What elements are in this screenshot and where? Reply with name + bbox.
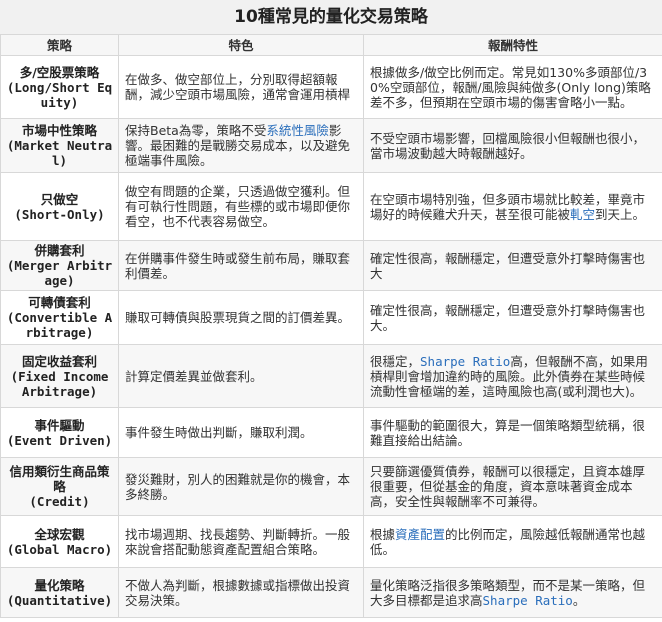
strategy-returns: 根據做多/做空比例而定。常見如130%多頭部位/30%空頭部位，報酬/風險與純做… [363, 55, 662, 119]
strategy-name: 固定收益套利 (Fixed Income Arbitrage) [0, 344, 119, 408]
strategy-name-en: (Short-Only) [14, 206, 105, 222]
sharpe-ratio-link[interactable]: Sharpe Ratio [483, 593, 573, 608]
strategy-name-zh: 可轉債套利 [28, 295, 91, 310]
strategy-table: 策略 特色 報酬特性 多/空股票策略 (Long/Short Equity) 在做… [0, 34, 662, 618]
header-returns: 報酬特性 [363, 34, 662, 56]
strategy-returns: 確定性很高，報酬穩定，但遭受意外打擊時傷害也大 [363, 240, 662, 291]
strategy-name: 全球宏觀 (Global Macro) [0, 515, 119, 568]
strategy-features: 在做多、做空部位上，分別取得超額報酬，減少空頭市場風險，通常會運用槓桿 [118, 55, 364, 119]
returns-text: 根據 [370, 526, 396, 542]
strategy-name: 市場中性策略 (Market Neutral) [0, 118, 119, 173]
strategy-name: 事件驅動 (Event Driven) [0, 407, 119, 458]
strategy-name-zh: 全球宏觀 [34, 526, 85, 542]
table-row: 全球宏觀 (Global Macro) 找市場週期、找長趨勢、判斷轉折。一般來說會… [0, 515, 662, 568]
table-row: 量化策略 (Quantitative) 不做人為判斷，根據數據或指標做出投資交易決… [0, 567, 662, 618]
strategy-name-zh: 只做空 [40, 191, 79, 207]
strategy-features: 不做人為判斷，根據數據或指標做出投資交易決策。 [118, 567, 364, 618]
strategy-name-en: (Long/Short Equity) [6, 79, 113, 110]
table-row: 併購套利 (Merger Arbitrage) 在併購事件發生時或發生前布局，賺取… [0, 240, 662, 291]
systemic-risk-link[interactable]: 系統性風險 [266, 123, 329, 138]
strategy-name-zh: 信用類衍生商品策略 [9, 464, 110, 494]
strategy-features: 找市場週期、找長趨勢、判斷轉折。一般來說會搭配動態資產配置組合策略。 [118, 515, 364, 568]
strategy-name: 可轉債套利 (Convertible Arbitrage) [0, 290, 119, 345]
returns-text: 到天上。 [595, 206, 646, 222]
strategy-returns: 量化策略泛指很多策略類型，而不是某一策略，但大多目標都是追求高Sharpe Ra… [363, 567, 662, 618]
strategy-features: 發災難財，別人的困難就是你的機會，本多終勝。 [118, 457, 364, 516]
strategy-name-en: (Global Macro) [6, 541, 113, 557]
table-row: 事件驅動 (Event Driven) 事件發生時做出判斷，賺取利潤。 事件驅動的… [0, 407, 662, 458]
strategy-returns: 只要篩選優質債券，報酬可以很穩定，且資本雄厚很重要，但從基金的角度，資本意味著資… [363, 457, 662, 516]
strategy-name: 信用類衍生商品策略 (Credit) [0, 457, 119, 516]
header-strategy: 策略 [0, 34, 119, 56]
strategy-returns: 不受空頭市場影響，回檔風險很小但報酬也很小，當市場波動越大時報酬越好。 [363, 118, 662, 173]
strategy-name-en: (Quantitative) [6, 592, 113, 608]
strategy-features: 賺取可轉債與股票現貨之間的訂價差異。 [118, 290, 364, 345]
strategy-returns: 根據資產配置的比例而定，風險越低報酬通常也越低。 [363, 515, 662, 568]
strategy-table-page: 10種常見的量化交易策略 策略 特色 報酬特性 多/空股票策略 (Long/Sho… [0, 0, 662, 622]
strategy-name-zh: 固定收益套利 [21, 353, 97, 369]
strategy-name-en: (Convertible Arbitrage) [6, 310, 113, 340]
strategy-name: 併購套利 (Merger Arbitrage) [0, 240, 119, 291]
strategy-features: 計算定價差異並做套利。 [118, 344, 364, 408]
strategy-returns: 在空頭市場特別強，但多頭市場就比較差，畢竟市場好的時候雞犬升天，甚至很可能被軋空… [363, 172, 662, 241]
strategy-name-zh: 市場中性策略 [21, 123, 97, 138]
strategy-features: 做空有問題的企業，只透過做空獲利。但有可執行性問題，有些標的或市場即便你看空，也… [118, 172, 364, 241]
strategy-features: 在併購事件發生時或發生前布局，賺取套利價差。 [118, 240, 364, 291]
strategy-name-zh: 量化策略 [34, 577, 85, 593]
asset-allocation-link[interactable]: 資產配置 [395, 527, 445, 542]
returns-text: 。 [572, 592, 586, 608]
strategy-name-en: (Credit) [29, 494, 90, 509]
table-row: 多/空股票策略 (Long/Short Equity) 在做多、做空部位上，分別取… [0, 55, 662, 119]
strategy-name-en: (Merger Arbitrage) [6, 258, 113, 288]
sharpe-ratio-link[interactable]: Sharpe Ratio [420, 354, 510, 369]
strategy-name-zh: 多/空股票策略 [19, 64, 100, 80]
strategy-name-en: (Event Driven) [6, 432, 113, 448]
strategy-name-zh: 事件驅動 [34, 417, 85, 433]
short-squeeze-link[interactable]: 軋空 [570, 207, 595, 222]
returns-text: 很穩定， [370, 353, 421, 369]
table-row: 固定收益套利 (Fixed Income Arbitrage) 計算定價差異並做套… [0, 344, 662, 408]
strategy-name: 只做空 (Short-Only) [0, 172, 119, 241]
strategy-returns: 確定性很高，報酬穩定，但遭受意外打擊時傷害也大。 [363, 290, 662, 345]
table-row: 只做空 (Short-Only) 做空有問題的企業，只透過做空獲利。但有可執行性問… [0, 172, 662, 241]
header-features: 特色 [118, 34, 364, 56]
strategy-features: 事件發生時做出判斷，賺取利潤。 [118, 407, 364, 458]
strategy-name-en: (Fixed Income Arbitrage) [10, 368, 109, 399]
strategy-name: 多/空股票策略 (Long/Short Equity) [0, 55, 119, 119]
features-text: 保持Beta為零，策略不受 [125, 123, 267, 138]
page-title: 10種常見的量化交易策略 [0, 0, 662, 34]
strategy-name-zh: 併購套利 [34, 243, 85, 258]
table-row: 市場中性策略 (Market Neutral) 保持Beta為零，策略不受系統性風… [0, 118, 662, 173]
strategy-returns: 很穩定，Sharpe Ratio高，但報酬不高，如果用槓桿則會增加違約時的風險。… [363, 344, 662, 408]
table-header-row: 策略 特色 報酬特性 [0, 34, 662, 56]
table-row: 信用類衍生商品策略 (Credit) 發災難財，別人的困難就是你的機會，本多終勝。… [0, 457, 662, 516]
table-row: 可轉債套利 (Convertible Arbitrage) 賺取可轉債與股票現貨之… [0, 290, 662, 345]
strategy-name-en: (Market Neutral) [6, 138, 113, 168]
strategy-features: 保持Beta為零，策略不受系統性風險影響。最困難的是戰勝交易成本，以及避免極端事… [118, 118, 364, 173]
strategy-name: 量化策略 (Quantitative) [0, 567, 119, 618]
strategy-returns: 事件驅動的範圍很大，算是一個策略類型統稱，很難直接給出結論。 [363, 407, 662, 458]
